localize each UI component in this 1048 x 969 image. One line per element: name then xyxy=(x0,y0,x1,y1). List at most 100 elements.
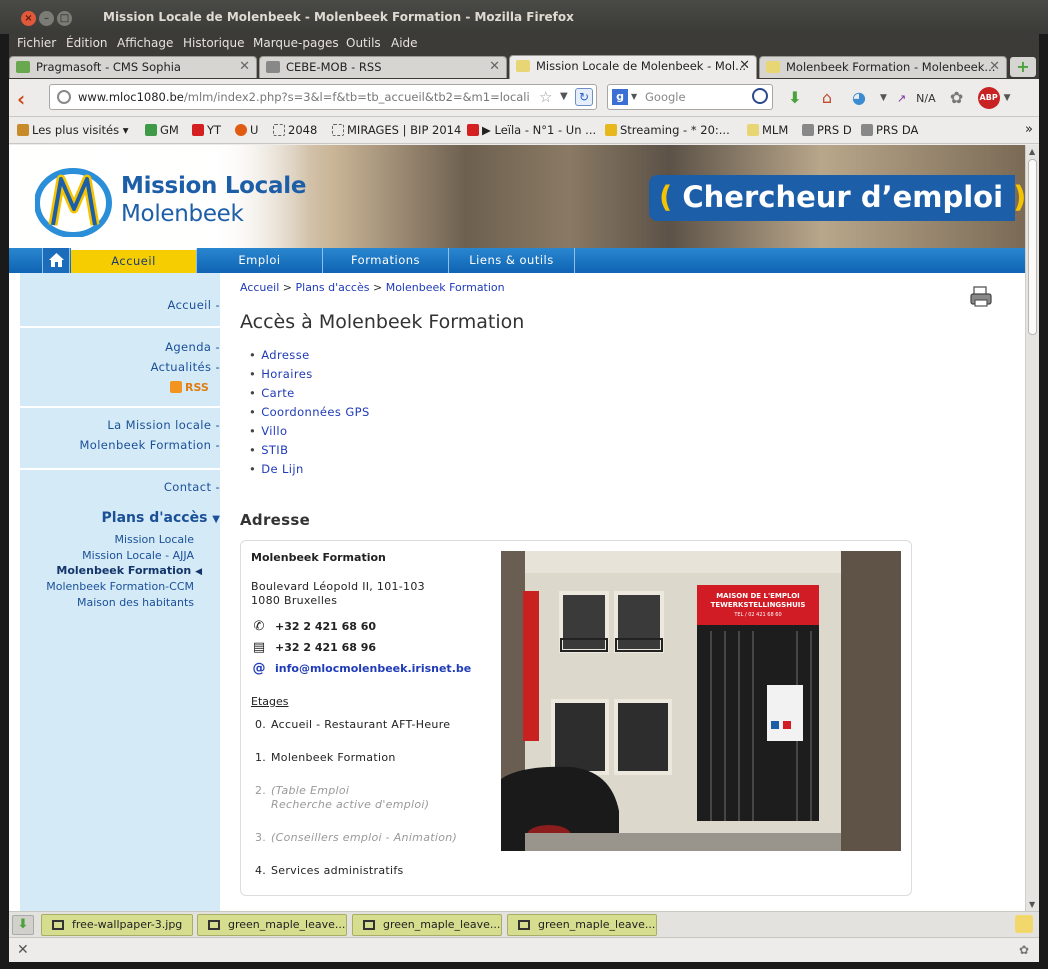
tab-molenbeek-formation[interactable]: Molenbeek Formation - Molenbeek... ✕ xyxy=(759,56,1007,78)
menu-outils[interactable]: Outils xyxy=(346,36,381,50)
clear-downloads-icon[interactable] xyxy=(1015,915,1033,933)
mission-locale-logo-icon[interactable] xyxy=(35,165,113,237)
search-input[interactable]: Google xyxy=(645,90,686,104)
minimize-window-button[interactable]: – xyxy=(39,11,54,26)
downloads-bar-icon[interactable]: ⬇ xyxy=(12,915,34,935)
menu-fichier[interactable]: Fichier xyxy=(17,36,56,50)
sidebar-sub-mission-locale[interactable]: Mission Locale xyxy=(114,533,194,546)
download-item[interactable]: green_maple_leave... xyxy=(197,914,347,936)
scroll-up-icon[interactable]: ▲ xyxy=(1029,147,1035,156)
google-icon[interactable]: g xyxy=(612,89,628,105)
adblock-dropdown-icon[interactable]: ▼ xyxy=(1004,93,1011,103)
menu-historique[interactable]: Historique xyxy=(183,36,245,50)
url-bar[interactable]: www.mloc1080.be/mlm/index2.php?s=3&l=f&t… xyxy=(49,84,597,110)
sidebar-plans-acces[interactable]: Plans d'accès ▼ xyxy=(102,510,220,526)
bookmark-most-visited[interactable]: Les plus visités ▾ xyxy=(17,123,129,137)
bookmark-yt[interactable]: YT xyxy=(192,123,221,137)
list-item: Coordonnées GPS xyxy=(249,405,370,424)
close-window-button[interactable]: × xyxy=(21,11,36,26)
nav-emploi[interactable]: Emploi xyxy=(197,248,323,273)
bookmark-gm[interactable]: GM xyxy=(145,123,179,137)
sidebar-item-contact[interactable]: Contact - xyxy=(164,480,220,494)
close-tab-icon[interactable]: ✕ xyxy=(739,58,750,73)
back-button[interactable]: ‹ xyxy=(17,87,25,111)
bookmark-2048[interactable]: 2048 xyxy=(273,123,317,137)
toc-gps[interactable]: Coordonnées GPS xyxy=(261,405,369,419)
more-bookmarks-icon[interactable]: » xyxy=(1025,122,1033,137)
close-tab-icon[interactable]: ✕ xyxy=(989,59,1000,74)
sidebar-sub-maison-habitants[interactable]: Maison des habitants xyxy=(77,596,194,609)
url-text[interactable]: www.mloc1080.be/mlm/index2.php?s=3&l=f&t… xyxy=(78,90,530,104)
menu-edition[interactable]: Édition xyxy=(66,36,108,50)
nav-formations[interactable]: Formations xyxy=(323,248,449,273)
close-tab-icon[interactable]: ✕ xyxy=(239,59,250,74)
menu-marque-pages[interactable]: Marque-pages xyxy=(253,36,339,50)
scroll-down-icon[interactable]: ▼ xyxy=(1029,900,1035,909)
reload-icon[interactable]: ↻ xyxy=(575,88,593,106)
addon-paw-icon[interactable]: ✿ xyxy=(1019,943,1029,957)
search-icon[interactable] xyxy=(752,88,768,104)
home-nav-button[interactable] xyxy=(42,248,70,273)
sidebar-item-actualites[interactable]: Actualités - xyxy=(151,360,220,374)
bookmark-star-icon[interactable]: ☆ xyxy=(539,88,552,106)
download-item[interactable]: green_maple_leave... xyxy=(352,914,502,936)
toc-horaires[interactable]: Horaires xyxy=(261,367,312,381)
breadcrumb-current[interactable]: Molenbeek Formation xyxy=(386,281,505,294)
sidebar-sub-ajja[interactable]: Mission Locale - AJJA xyxy=(82,549,194,562)
sidebar-item-molenbeek-formation[interactable]: Molenbeek Formation - xyxy=(79,438,220,452)
prs-icon xyxy=(802,124,814,136)
tab-cebe-mob[interactable]: CEBE-MOB - RSS ✕ xyxy=(259,56,507,78)
bookmark-u[interactable]: U xyxy=(235,123,258,137)
tab-pragmasoft[interactable]: Pragmasoft - CMS Sophia ✕ xyxy=(9,56,257,78)
menu-aide[interactable]: Aide xyxy=(391,36,418,50)
search-engine-dropdown-icon[interactable]: ▼ xyxy=(631,92,637,101)
downloads-icon[interactable]: ⬇ xyxy=(784,87,806,109)
new-tab-button[interactable]: + xyxy=(1010,57,1036,77)
vertical-scrollbar[interactable]: ▲ ▼ xyxy=(1025,145,1039,911)
bookmark-leila[interactable]: ▶ Leïla - N°1 - Un ... xyxy=(467,123,596,137)
downloads-bar: ⬇ free-wallpaper-3.jpg green_maple_leave… xyxy=(9,911,1039,937)
sidebar-sub-molenbeek-formation[interactable]: Molenbeek Formation ◀ xyxy=(56,564,202,577)
breadcrumb-accueil[interactable]: Accueil xyxy=(240,281,279,294)
download-item[interactable]: green_maple_leave... xyxy=(507,914,657,936)
nav-liens-outils[interactable]: Liens & outils xyxy=(449,248,575,273)
url-history-dropdown-icon[interactable]: ▼ xyxy=(560,91,568,102)
sidebar-item-accueil[interactable]: Accueil - xyxy=(168,298,221,312)
ranking-icon[interactable]: ↗ xyxy=(897,92,906,105)
email-link[interactable]: info@mlocmolenbeek.irisnet.be xyxy=(275,662,471,675)
audience-banner[interactable]: ( Chercheur d’emploi ) xyxy=(649,175,1025,221)
list-item: STIB xyxy=(249,443,370,462)
toc-carte[interactable]: Carte xyxy=(261,386,294,400)
toc-villo[interactable]: Villo xyxy=(261,424,287,438)
sidebar-sub-ccm[interactable]: Molenbeek Formation-CCM xyxy=(46,580,194,593)
breadcrumb-plans[interactable]: Plans d'accès xyxy=(296,281,370,294)
bookmark-prs-da[interactable]: PRS DA xyxy=(861,123,918,137)
extension-paw-icon[interactable]: ✿ xyxy=(946,87,968,109)
maximize-window-button[interactable]: □ xyxy=(57,11,72,26)
sidebar-item-agenda[interactable]: Agenda - xyxy=(165,340,220,354)
printer-icon[interactable] xyxy=(969,285,993,309)
toc-adresse[interactable]: Adresse xyxy=(261,348,309,362)
bookmark-streaming[interactable]: Streaming - * 20:... xyxy=(605,123,730,137)
bookmark-mlm[interactable]: MLM xyxy=(747,123,788,137)
dropdown-icon[interactable]: ▼ xyxy=(880,93,887,103)
home-icon[interactable]: ⌂ xyxy=(816,87,838,109)
bookmark-mirages[interactable]: MIRAGES | BIP 2014 xyxy=(332,123,461,137)
nav-accueil[interactable]: Accueil xyxy=(71,248,197,273)
tab-mission-locale[interactable]: Mission Locale de Molenbeek - Mol... ✕ xyxy=(509,55,757,79)
close-addon-bar-icon[interactable]: ✕ xyxy=(17,942,29,958)
address-city: 1080 Bruxelles xyxy=(251,594,338,607)
menu-affichage[interactable]: Affichage xyxy=(117,36,173,50)
download-item[interactable]: free-wallpaper-3.jpg xyxy=(41,914,193,936)
sync-icon[interactable]: ◕ xyxy=(848,87,870,109)
rss-link[interactable]: RSS xyxy=(170,381,209,394)
adblock-plus-icon[interactable]: ABP xyxy=(977,87,1000,109)
close-tab-icon[interactable]: ✕ xyxy=(489,59,500,74)
sidebar-item-mission-locale[interactable]: La Mission locale - xyxy=(107,418,220,432)
toc-stib[interactable]: STIB xyxy=(261,443,288,457)
scroll-thumb[interactable] xyxy=(1028,159,1037,335)
na-label: N/A xyxy=(916,91,936,105)
bookmark-prs-d[interactable]: PRS D xyxy=(802,123,852,137)
search-bar[interactable]: g ▼ Google xyxy=(607,84,773,110)
toc-de-lijn[interactable]: De Lijn xyxy=(261,462,303,476)
